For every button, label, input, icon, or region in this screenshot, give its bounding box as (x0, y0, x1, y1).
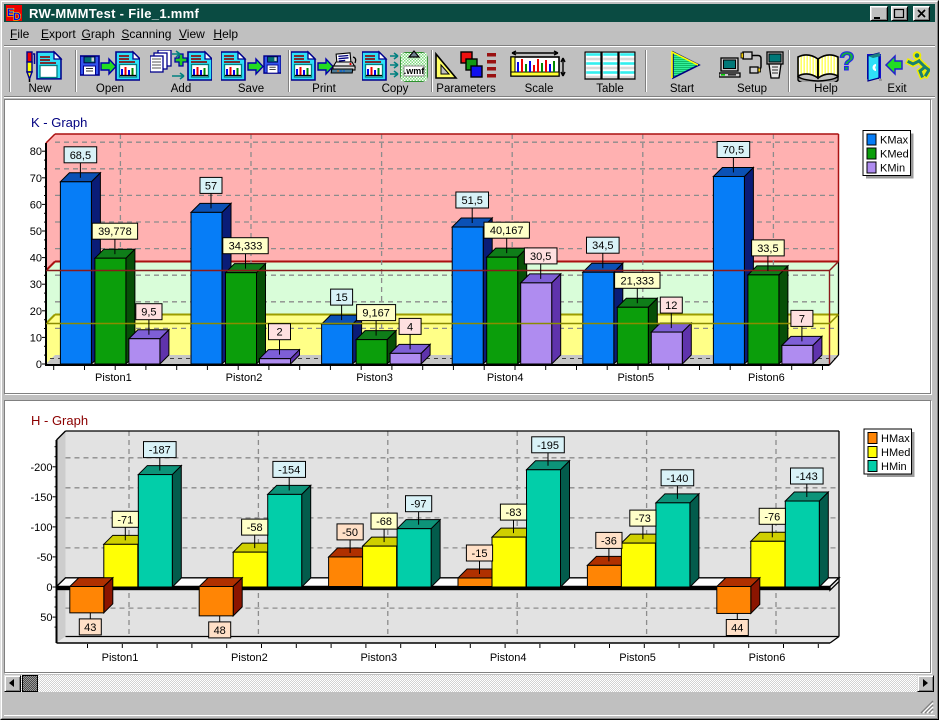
svg-text:12: 12 (665, 300, 677, 312)
svg-text:40,167: 40,167 (490, 225, 524, 237)
svg-text:-50: -50 (342, 527, 358, 539)
svg-text:Piston3: Piston3 (356, 372, 393, 384)
svg-text:?: ? (839, 50, 855, 76)
svg-text:33,5: 33,5 (757, 243, 778, 255)
svg-text:-200: -200 (30, 462, 52, 474)
svg-text:Piston4: Piston4 (487, 372, 524, 384)
svg-text:43: 43 (84, 622, 96, 634)
svg-text:HMin: HMin (881, 461, 907, 473)
svg-text:-36: -36 (601, 535, 617, 547)
svg-text:60: 60 (30, 199, 42, 211)
svg-text:70,5: 70,5 (723, 145, 744, 157)
svg-text:-15: -15 (472, 548, 488, 560)
svg-text:57: 57 (205, 180, 217, 192)
svg-text:Piston1: Piston1 (95, 372, 132, 384)
svg-text:50: 50 (30, 226, 42, 238)
svg-text:-68: -68 (376, 516, 392, 528)
svg-text:Piston5: Piston5 (617, 372, 654, 384)
svg-text:-143: -143 (796, 471, 818, 483)
svg-text:Piston4: Piston4 (490, 652, 527, 664)
svg-text:-58: -58 (247, 522, 263, 534)
svg-text:-140: -140 (666, 473, 688, 485)
svg-text:-150: -150 (30, 492, 52, 504)
svg-text:-187: -187 (149, 445, 171, 457)
svg-text:-97: -97 (411, 499, 427, 511)
svg-text:Piston1: Piston1 (102, 652, 139, 664)
svg-text:-50: -50 (37, 552, 53, 564)
svg-text:HMax: HMax (881, 433, 910, 445)
svg-text:KMin: KMin (880, 163, 905, 175)
svg-text:4: 4 (407, 321, 413, 333)
svg-text:-73: -73 (635, 513, 651, 525)
svg-text:Piston6: Piston6 (749, 652, 786, 664)
svg-text:39,778: 39,778 (98, 226, 132, 238)
svg-text:0: 0 (46, 582, 52, 594)
svg-text:-154: -154 (278, 464, 300, 476)
svg-text:68,5: 68,5 (70, 150, 91, 162)
svg-text:21,333: 21,333 (620, 275, 654, 287)
svg-text:80: 80 (30, 146, 42, 158)
svg-text:2: 2 (276, 327, 282, 339)
svg-text:30,5: 30,5 (530, 251, 551, 263)
svg-text:34,5: 34,5 (592, 240, 613, 252)
svg-text:KMax: KMax (880, 135, 909, 147)
svg-text:KMed: KMed (880, 149, 909, 161)
svg-text:HMed: HMed (881, 447, 910, 459)
svg-text:9,167: 9,167 (362, 308, 390, 320)
svg-text:30: 30 (30, 279, 42, 291)
svg-text:34,333: 34,333 (229, 241, 263, 253)
svg-text:40: 40 (30, 253, 42, 265)
svg-text:20: 20 (30, 306, 42, 318)
svg-text:Piston6: Piston6 (748, 372, 785, 384)
svg-text:-195: -195 (537, 440, 559, 452)
svg-text:9,5: 9,5 (141, 307, 156, 319)
svg-text:Piston3: Piston3 (360, 652, 397, 664)
svg-text:-76: -76 (764, 511, 780, 523)
svg-text:H - Graph: H - Graph (31, 413, 88, 428)
svg-text:D: D (13, 11, 21, 21)
svg-text:44: 44 (731, 623, 743, 635)
svg-text:48: 48 (214, 625, 226, 637)
svg-text:.wmf: .wmf (404, 66, 426, 76)
svg-text:-71: -71 (117, 514, 133, 526)
svg-text:50: 50 (40, 612, 52, 624)
svg-text:15: 15 (335, 292, 347, 304)
svg-text:10: 10 (30, 332, 42, 344)
svg-text:51,5: 51,5 (461, 195, 482, 207)
svg-text:Piston2: Piston2 (226, 372, 263, 384)
svg-text:-83: -83 (506, 507, 522, 519)
svg-text:Piston2: Piston2 (231, 652, 268, 664)
svg-text:Piston5: Piston5 (619, 652, 656, 664)
svg-text:0: 0 (36, 359, 42, 371)
svg-text:-100: -100 (30, 522, 52, 534)
svg-text:70: 70 (30, 173, 42, 185)
svg-text:K - Graph: K - Graph (31, 115, 87, 130)
svg-text:7: 7 (799, 313, 805, 325)
